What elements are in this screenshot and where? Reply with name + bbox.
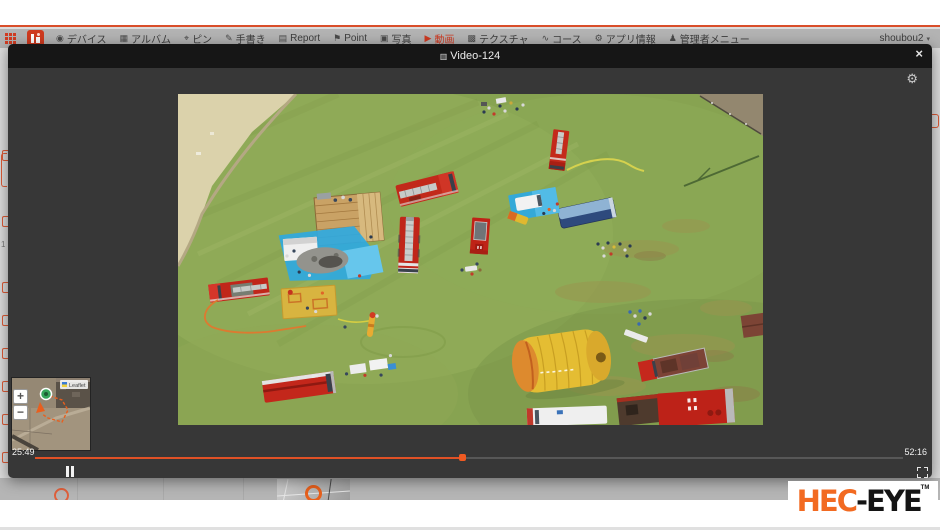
ladder-truck (397, 217, 421, 274)
list-item-fragment-right[interactable] (932, 114, 939, 128)
leaflet-attribution: Leaflet (60, 380, 88, 389)
top-white-bar (0, 0, 940, 27)
zoom-in-button[interactable]: + (13, 389, 28, 404)
progress-handle[interactable] (459, 454, 466, 461)
video-file-icon: ▥ (440, 52, 448, 61)
menu-item-label: Report (290, 33, 320, 44)
video-player-frame[interactable] (178, 94, 763, 425)
course-icon: ∿ (542, 33, 550, 44)
modal-title-text: Video-124 (450, 50, 500, 62)
progress-played (35, 457, 462, 459)
app-info-icon: ⚙ (595, 33, 603, 44)
minimap-zoom-controls: + − (13, 389, 28, 421)
modal-header: ▥ Video-124 × (8, 44, 932, 68)
pause-button[interactable] (65, 466, 76, 477)
point-icon: ⚑ (333, 33, 341, 44)
shed (741, 312, 763, 338)
total-time: 52:16 (904, 447, 927, 457)
photo-icon: ▣ (380, 33, 389, 44)
map-marker-fragment (54, 488, 69, 500)
apps-grid-icon[interactable] (5, 33, 16, 44)
white-van (527, 406, 608, 425)
gear-icon[interactable]: ⚙ (906, 71, 918, 87)
user-name: shoubou2 (880, 33, 924, 44)
chevron-down-icon: ▾ (926, 35, 930, 43)
menu-item-point[interactable]: ⚑Point (333, 33, 367, 44)
map-thumbnail[interactable] (277, 479, 350, 500)
map-circle-marker (305, 485, 322, 500)
menu-item-report[interactable]: ▤Report (279, 33, 321, 44)
training-mat (281, 285, 337, 319)
equipment-truck (617, 394, 664, 425)
menu-item-label: Point (344, 33, 367, 44)
fire-truck (470, 217, 490, 254)
modal-title: ▥ Video-124 (440, 50, 501, 62)
zoom-out-button[interactable]: − (13, 405, 28, 420)
report-icon: ▤ (279, 33, 288, 44)
hec-eye-logo: HEC-EYETM (788, 481, 938, 522)
hec-eye-logo-tm: TM (921, 485, 930, 491)
fullscreen-button[interactable] (917, 467, 928, 478)
album-icon: ▦ (120, 33, 129, 44)
texture-icon: ▩ (467, 33, 476, 44)
hec-eye-logo-hec: HEC (797, 487, 856, 516)
handwriting-icon: ✎ (225, 33, 233, 44)
fire-truck (657, 388, 735, 425)
hec-eye-logo-eye: -EYE (856, 487, 921, 516)
svg-text:Leaflet: Leaflet (69, 383, 86, 389)
minimap[interactable]: Leaflet + − (12, 378, 90, 450)
progress-bar[interactable] (35, 457, 903, 459)
close-icon[interactable]: × (915, 47, 923, 60)
video-modal: ▥ Video-124 × ⚙ (8, 44, 932, 478)
pin-icon: ⌖ (184, 33, 189, 44)
device-icon: ◉ (56, 33, 64, 44)
current-time: 25:49 (12, 447, 35, 457)
admin-icon: ♟ (669, 33, 677, 44)
video-aerial-scene (178, 94, 763, 425)
video-icon: ▶ (425, 33, 432, 44)
